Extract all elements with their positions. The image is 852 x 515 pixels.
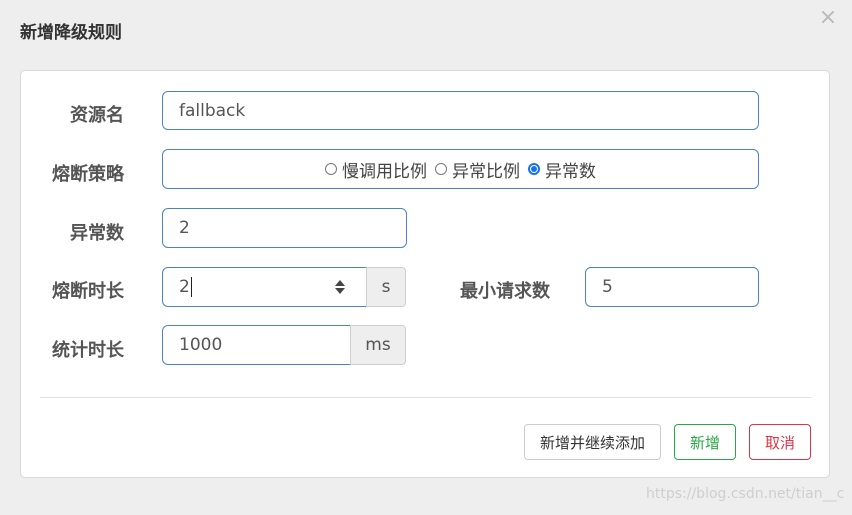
min-request-value: 5: [602, 277, 613, 297]
radio-circle-selected[interactable]: [528, 163, 540, 175]
min-request-input[interactable]: 5: [585, 267, 759, 307]
min-request-label: 最小请求数: [460, 281, 550, 302]
exception-count-value: 2: [179, 218, 190, 238]
stat-value: 1000: [179, 335, 223, 355]
radio-circle[interactable]: [325, 163, 337, 175]
duration-value: 2: [179, 277, 190, 297]
radio-circle[interactable]: [435, 163, 447, 175]
spinner-up-icon[interactable]: [335, 280, 345, 286]
radio-label: 异常比例: [452, 161, 520, 182]
exception-count-input[interactable]: 2: [162, 208, 407, 248]
watermark: https://blog.csdn.net/tian__c: [646, 486, 845, 502]
stat-unit-addon: ms: [350, 325, 406, 365]
divider: [40, 397, 811, 398]
text-caret: [190, 277, 192, 297]
resource-label: 资源名: [70, 105, 124, 126]
radio-exception-count[interactable]: 异常数: [528, 157, 596, 182]
strategy-radio-group: 慢调用比例 异常比例 异常数: [162, 149, 759, 189]
stat-label: 统计时长: [52, 340, 124, 361]
duration-unit-addon: s: [366, 267, 406, 307]
radio-label: 慢调用比例: [342, 161, 427, 182]
add-and-continue-button[interactable]: 新增并继续添加: [524, 424, 661, 460]
close-icon[interactable]: ×: [814, 4, 842, 32]
resource-value: fallback: [179, 100, 246, 121]
exception-count-label: 异常数: [70, 223, 124, 244]
resource-input[interactable]: fallback: [162, 91, 759, 130]
spinner-down-icon[interactable]: [335, 288, 345, 294]
dialog-title: 新增降级规则: [20, 23, 122, 43]
dialog: 新增降级规则 × 资源名 fallback 熔断策略 慢调用比例 异常比例 异常…: [0, 0, 852, 515]
add-button[interactable]: 新增: [674, 424, 736, 460]
radio-label: 异常数: [545, 161, 596, 182]
cancel-button[interactable]: 取消: [749, 424, 811, 460]
duration-label: 熔断时长: [52, 281, 124, 302]
number-spinner[interactable]: [334, 276, 346, 298]
stat-input[interactable]: 1000: [162, 325, 351, 365]
radio-slow-ratio[interactable]: 慢调用比例: [325, 157, 427, 182]
radio-exception-ratio[interactable]: 异常比例: [435, 157, 520, 182]
strategy-label: 熔断策略: [52, 164, 124, 185]
